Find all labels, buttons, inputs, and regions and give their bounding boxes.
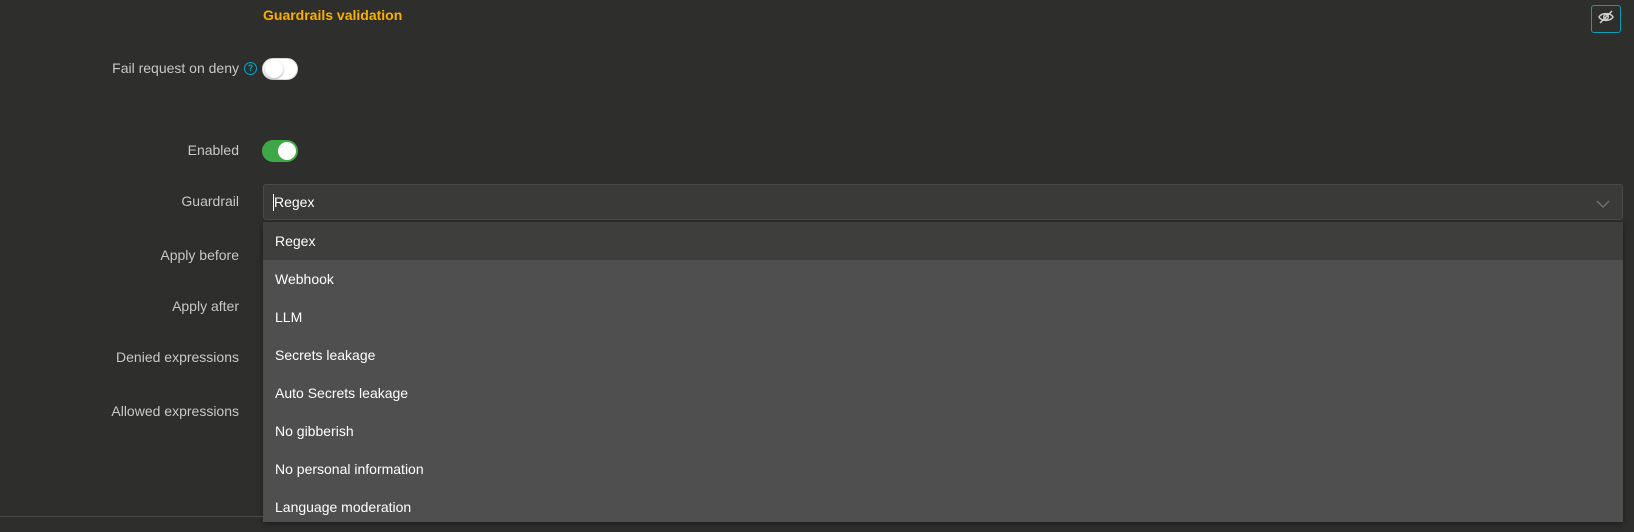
- guardrail-label: Guardrail: [181, 193, 239, 209]
- apply-after-label: Apply after: [172, 298, 239, 314]
- eye-slash-icon: [1598, 9, 1614, 29]
- guardrail-select[interactable]: Regex: [263, 184, 1623, 220]
- guardrail-select-value: Regex: [274, 194, 315, 210]
- dropdown-option-llm[interactable]: LLM: [263, 298, 1623, 336]
- section-title: Guardrails validation: [263, 7, 403, 23]
- fail-request-on-deny-toggle[interactable]: [262, 58, 298, 80]
- dropdown-option-language-moderation[interactable]: Language moderation: [263, 488, 1623, 522]
- dropdown-option-auto-secrets-leakage[interactable]: Auto Secrets leakage: [263, 374, 1623, 412]
- toggle-knob: [278, 142, 296, 160]
- help-icon[interactable]: ?: [244, 62, 257, 75]
- allowed-expressions-label: Allowed expressions: [111, 403, 239, 419]
- dropdown-option-no-personal-information[interactable]: No personal information: [263, 450, 1623, 488]
- enabled-toggle[interactable]: [262, 140, 298, 162]
- divider: [0, 516, 263, 517]
- dropdown-option-regex[interactable]: Regex: [263, 222, 1623, 260]
- fail-request-on-deny-label: Fail request on deny: [112, 60, 239, 76]
- denied-expressions-label: Denied expressions: [116, 349, 239, 365]
- dropdown-option-no-gibberish[interactable]: No gibberish: [263, 412, 1623, 450]
- toggle-knob: [265, 60, 283, 78]
- chevron-down-icon: [1596, 196, 1610, 214]
- enabled-label: Enabled: [187, 142, 239, 158]
- hide-section-button[interactable]: [1591, 5, 1621, 33]
- guardrail-dropdown-menu: Regex Webhook LLM Secrets leakage Auto S…: [263, 222, 1623, 522]
- guardrails-settings-panel: Guardrails validation Fail request on de…: [0, 0, 1634, 532]
- apply-before-label: Apply before: [160, 247, 239, 263]
- dropdown-option-webhook[interactable]: Webhook: [263, 260, 1623, 298]
- dropdown-option-secrets-leakage[interactable]: Secrets leakage: [263, 336, 1623, 374]
